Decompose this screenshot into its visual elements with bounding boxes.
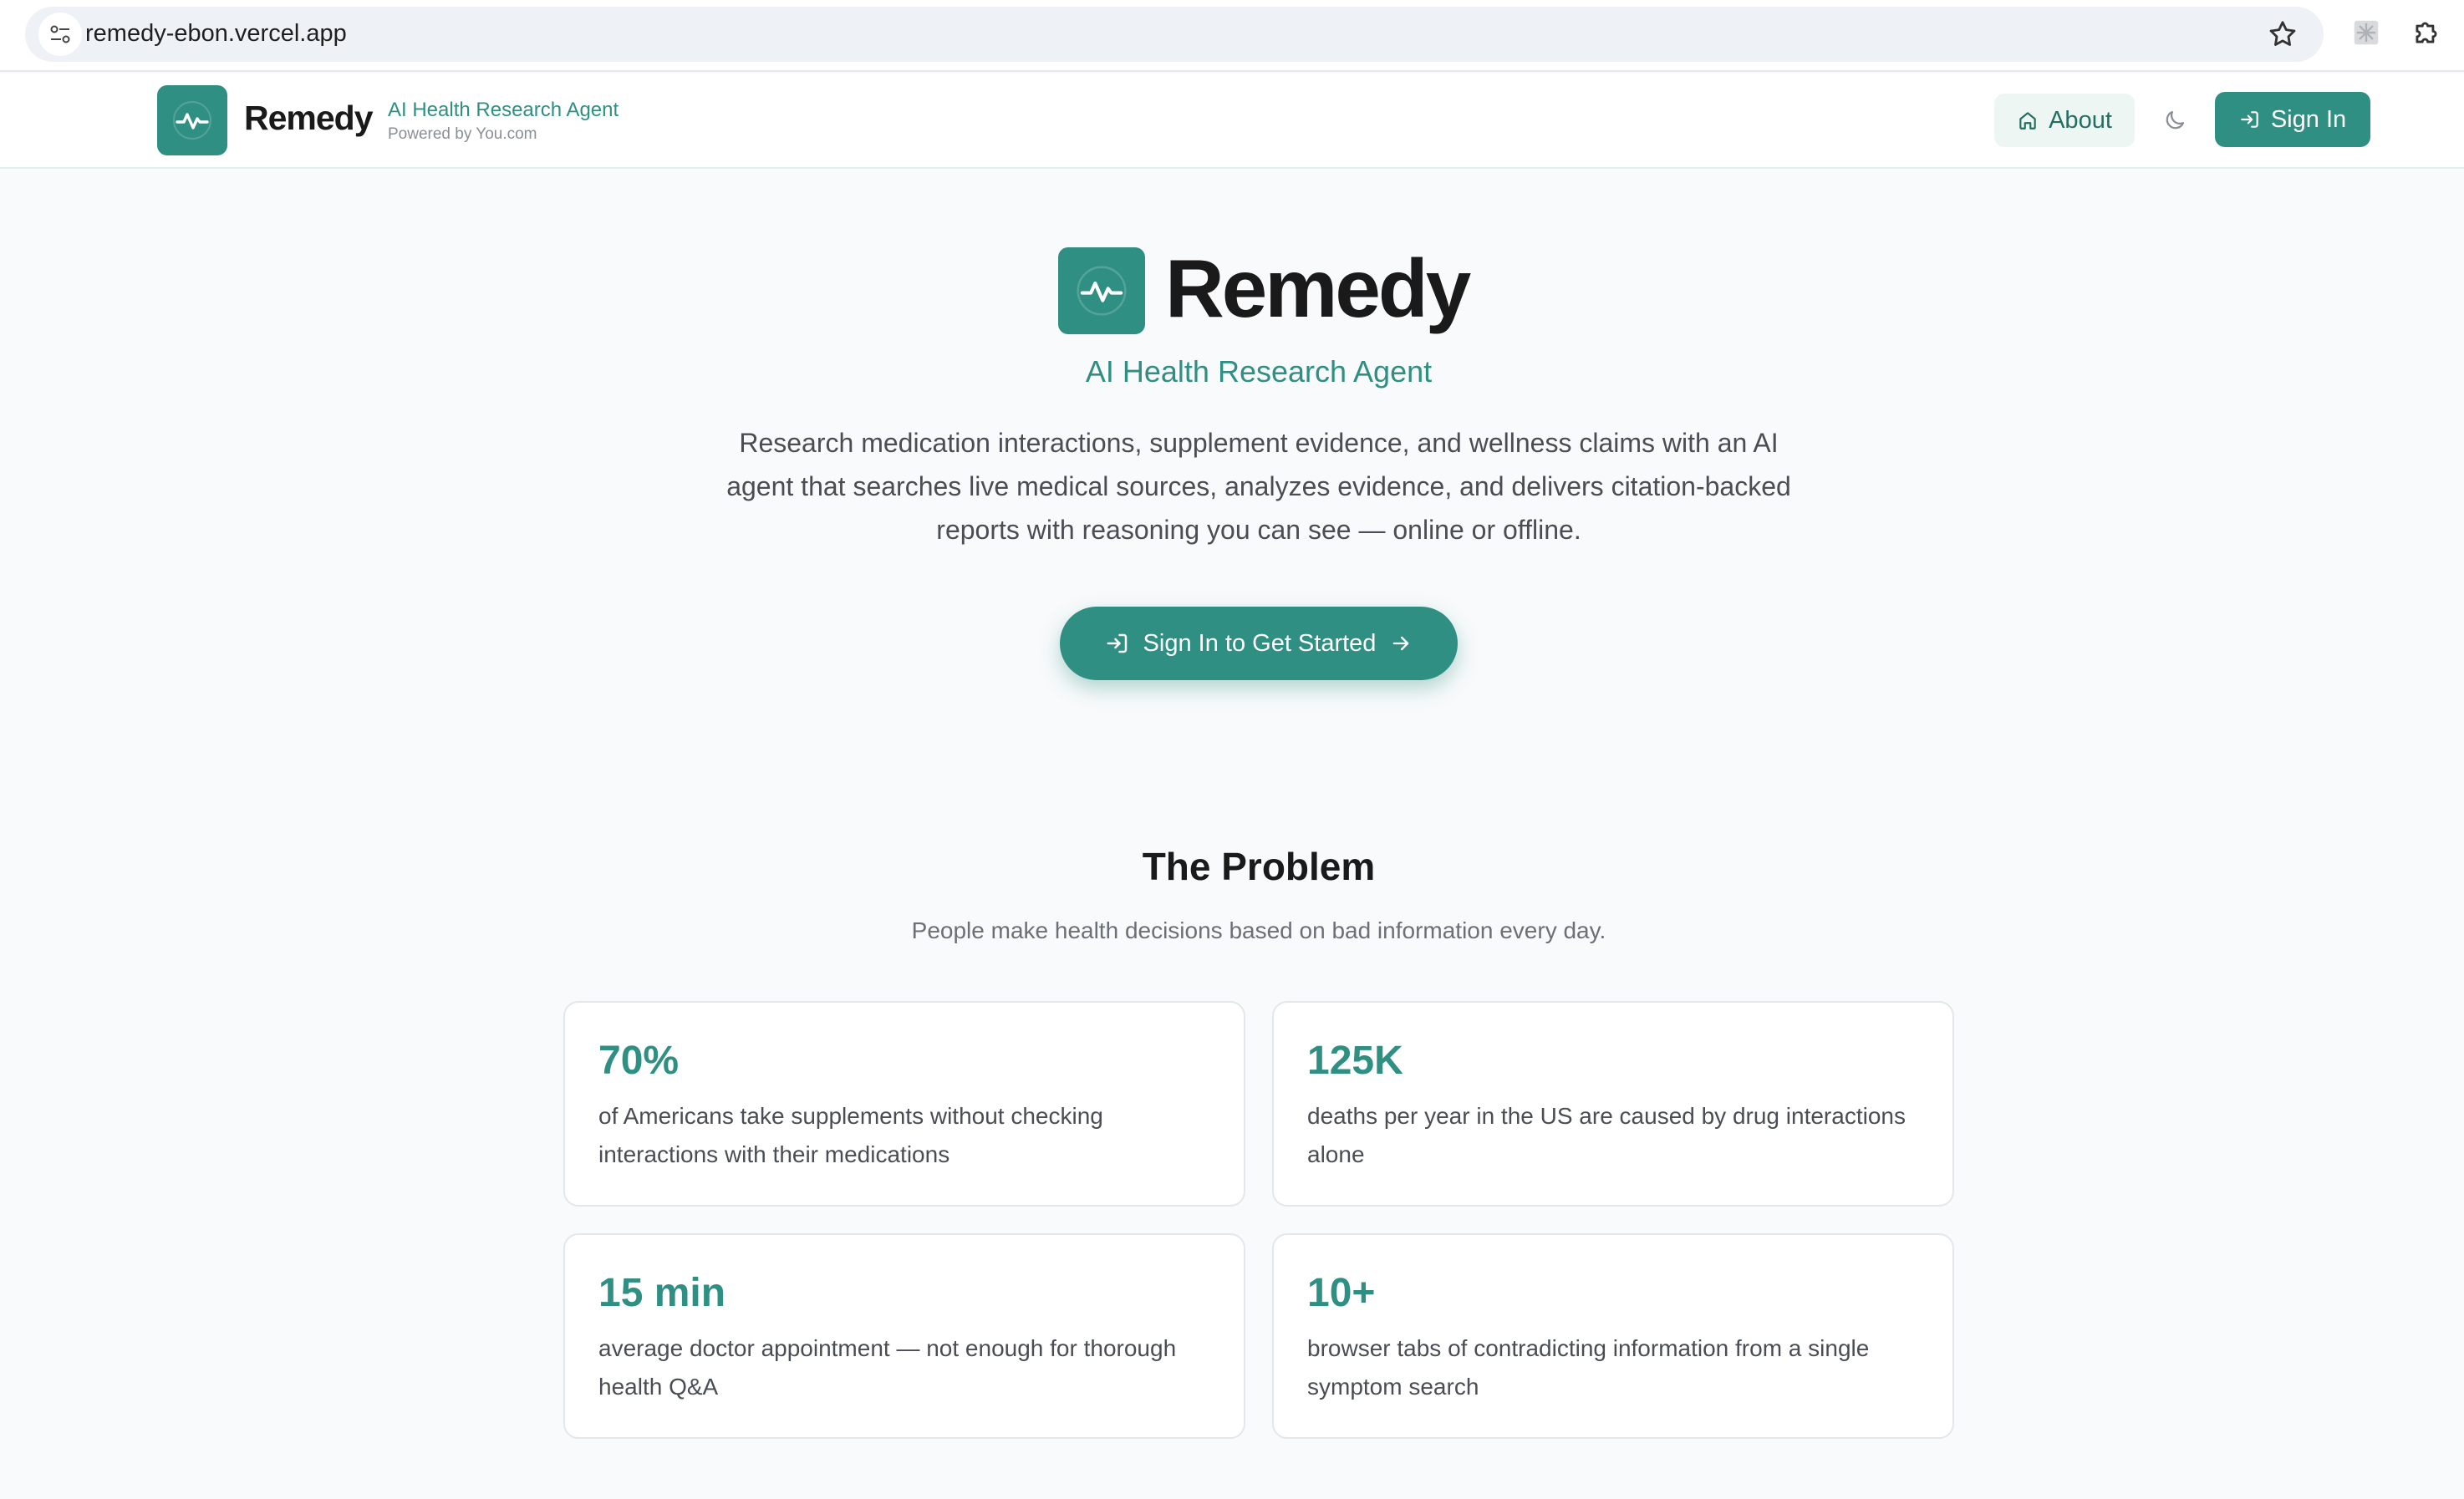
stat-card: 15 min average doctor appointment — not … [563,1233,1245,1439]
stat-description: average doctor appointment — not enough … [598,1334,1177,1400]
sign-in-label: Sign In [2270,105,2347,133]
url-text[interactable]: remedy-ebon.vercel.app [85,20,347,48]
site-info-button[interactable] [38,13,82,56]
hero-title: Remedy [1165,242,1471,334]
about-button[interactable]: About [1994,94,2135,147]
home-icon [2019,112,2036,130]
stat-description: deaths per year in the US are caused by … [1307,1102,1906,1167]
moon-icon [2166,110,2185,130]
sign-in-button[interactable]: Sign In [2215,92,2370,147]
logo[interactable] [157,85,227,155]
stat-card: 10+ browser tabs of contradicting inform… [1272,1233,1954,1439]
get-started-label: Sign In to Get Started [1143,629,1377,657]
stat-value: 125K [1307,1039,1403,1083]
brand-tagline: AI Health Research Agent [388,99,619,121]
hero-description: Research medication interactions, supple… [726,428,1791,545]
sign-in-icon [2241,111,2258,128]
hero-subtitle: AI Health Research Agent [1085,354,1433,389]
app-header: Remedy AI Health Research Agent Powered … [0,74,2464,169]
about-label: About [2049,106,2112,134]
stat-value: 70% [598,1039,680,1083]
arrow-right-icon [1393,636,1409,651]
problem-title: The Problem [1142,845,1376,888]
problem-subtitle: People make health decisions based on ba… [911,917,1606,943]
hero-logo [1058,247,1145,334]
stat-description: of Americans take supplements without ch… [598,1102,1103,1167]
powered-by: Powered by You.com [388,125,537,143]
stat-card: 70% of Americans take supplements withou… [563,1001,1245,1207]
stat-value: 10+ [1307,1271,1376,1315]
star-icon[interactable] [2267,18,2299,50]
pulse-icon [173,101,211,140]
stat-card: 125K deaths per year in the US are cause… [1272,1001,1954,1207]
stat-value: 15 min [598,1271,726,1315]
browser-toolbar: remedy-ebon.vercel.app [0,0,2464,72]
extension-puzzle-icon[interactable] [2411,17,2442,48]
get-started-button[interactable]: Sign In to Get Started [1060,607,1458,680]
brand-name[interactable]: Remedy [244,99,374,138]
address-bar[interactable]: remedy-ebon.vercel.app [25,7,2324,62]
theme-toggle-button[interactable] [2151,97,2198,144]
tune-icon [50,25,70,43]
stat-description: browser tabs of contradicting informatio… [1307,1334,1870,1400]
pulse-icon [1077,266,1127,316]
extension-icon[interactable] [2350,17,2382,48]
sign-in-icon [1107,633,1127,653]
